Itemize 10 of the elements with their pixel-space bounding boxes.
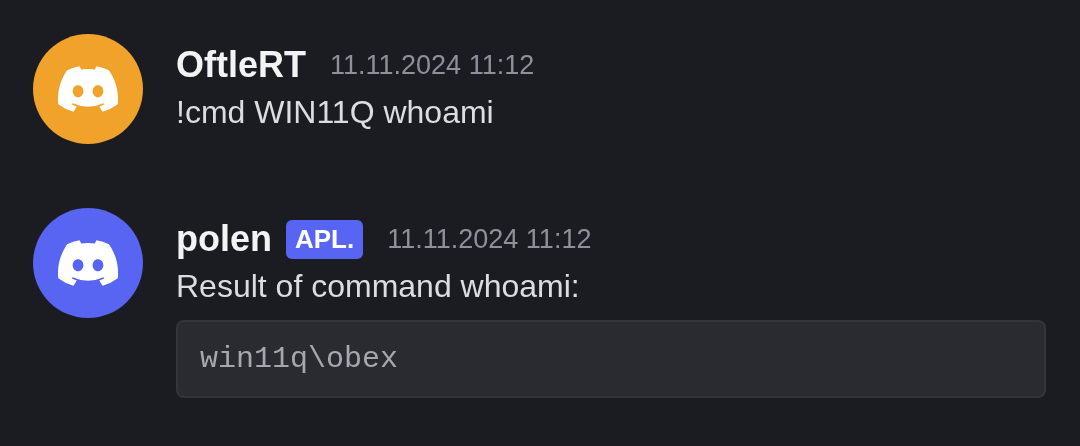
message-text: Result of command whoami: xyxy=(176,267,581,306)
author-name[interactable]: polen xyxy=(176,218,272,260)
controller-icon xyxy=(58,240,118,286)
code-text: win11q\obex xyxy=(200,342,399,376)
controller-icon xyxy=(58,66,118,112)
timestamp: 11.11.2024 11:12 xyxy=(330,49,535,81)
message-text: !cmd WIN11Q whoami xyxy=(176,93,495,132)
author-name[interactable]: OftleRT xyxy=(176,44,306,86)
timestamp: 11.11.2024 11:12 xyxy=(387,223,592,255)
app-tag: APL. xyxy=(286,219,364,259)
